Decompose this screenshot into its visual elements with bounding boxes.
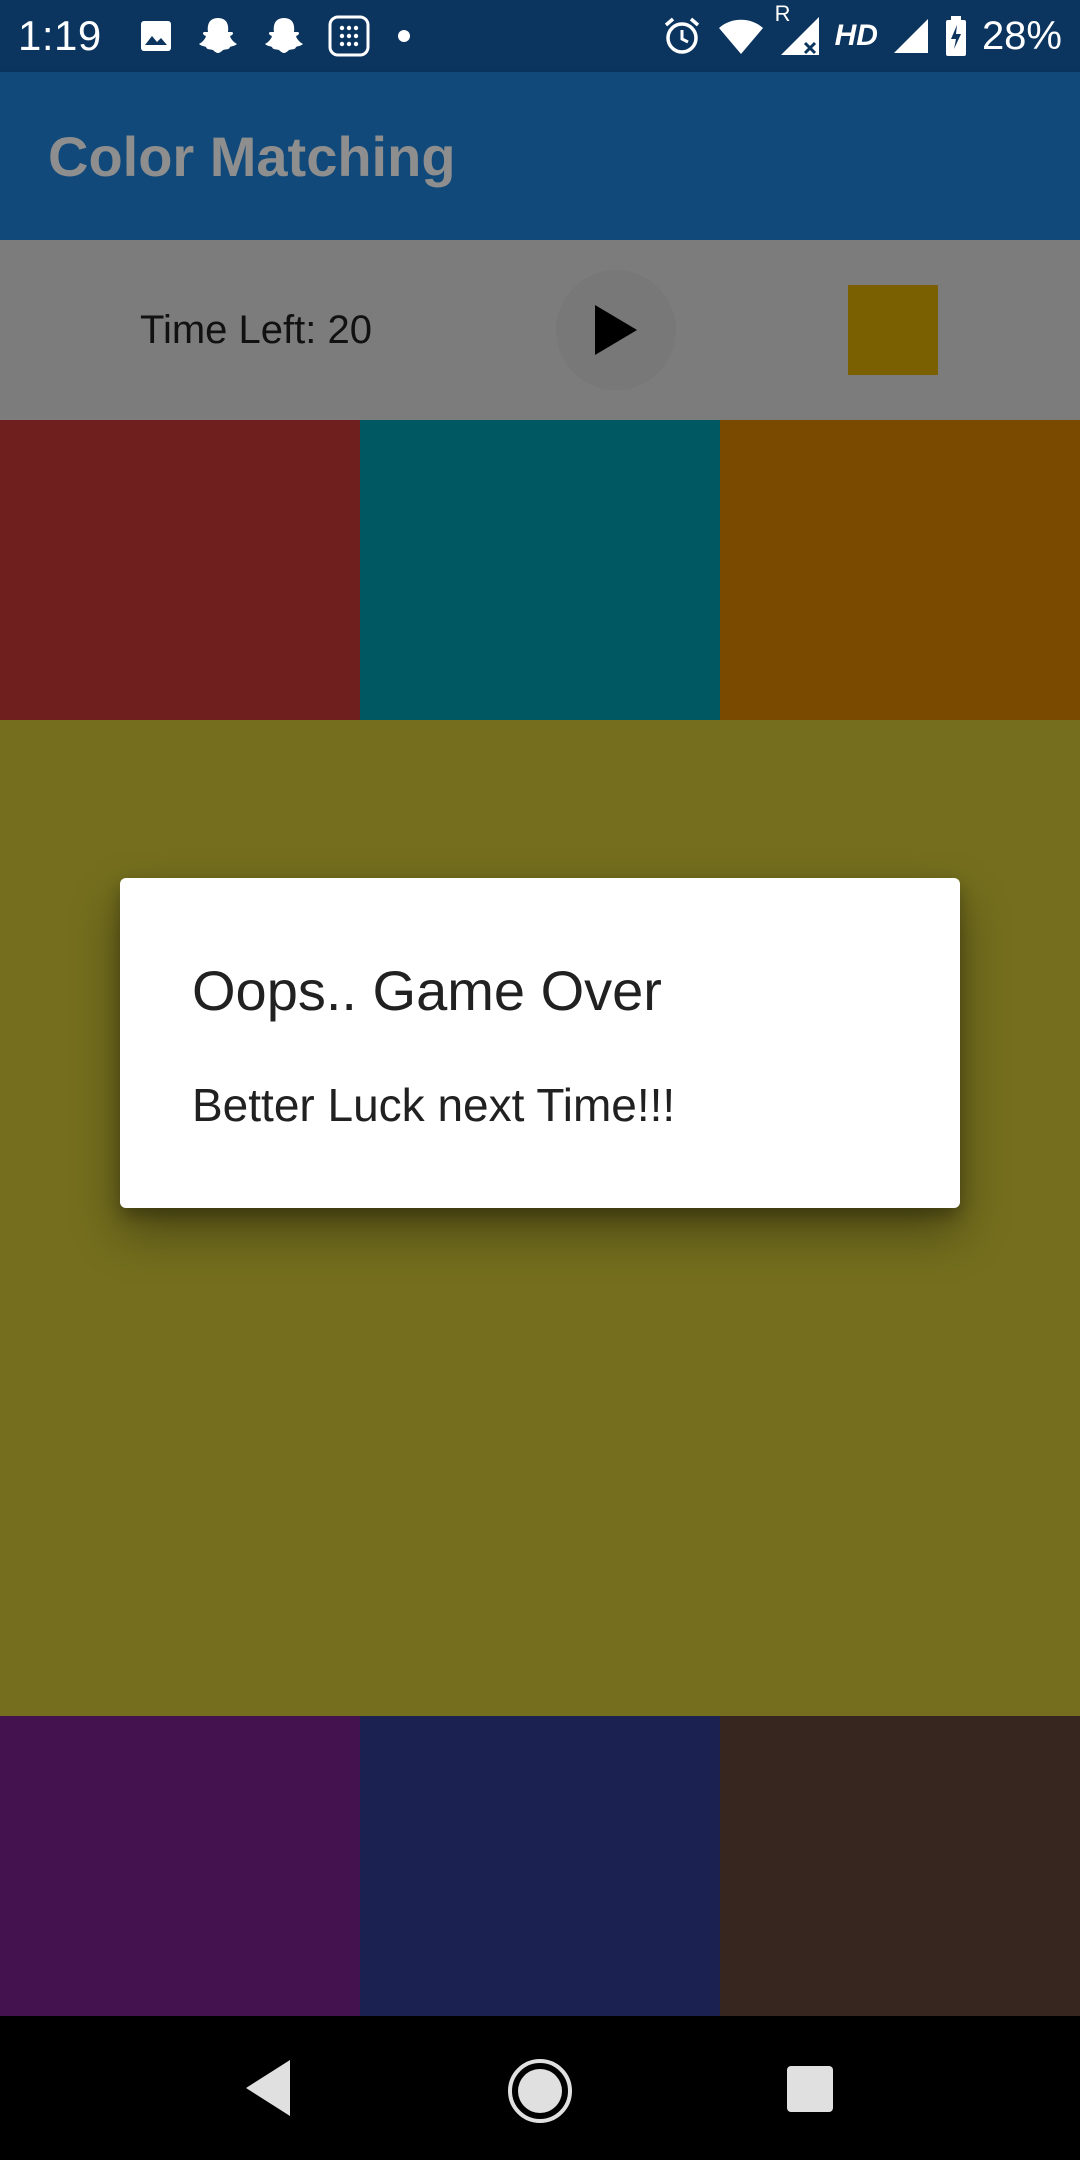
color-tile-brown[interactable] [720,1716,1080,2016]
app-title: Color Matching [48,124,456,188]
app-bar: Color Matching [0,72,1080,240]
color-tile-olive[interactable] [0,720,1080,1716]
alarm-icon [661,15,703,57]
dialog-title: Oops.. Game Over [192,959,662,1022]
home-icon[interactable] [505,2056,575,2126]
game-over-dialog: Oops.. Game Over Better Luck next Time!!… [120,878,960,1208]
signal-icon: R [775,1,821,57]
game-control-row: Time Left: 20 [0,240,1080,420]
color-tile-orange[interactable] [720,420,1080,720]
network-hd-label: HD [834,19,878,52]
back-icon[interactable] [240,2056,296,2120]
dialog-message: Better Luck next Time!!! [192,1079,676,1131]
dot-icon [392,24,416,48]
time-left-label: Time Left: 20 [140,307,372,352]
keypad-icon [328,15,370,57]
image-icon [138,18,174,54]
target-color-swatch [848,285,938,375]
play-button[interactable] [556,270,676,390]
battery-icon [944,15,968,57]
wifi-icon [717,16,765,56]
notification-icons [138,15,416,57]
color-tile-purple[interactable] [0,1716,360,2016]
color-tile-red[interactable] [0,420,360,720]
system-icons: R HD 28% [661,1,1062,59]
status-bar: 1:19 R HD 28% [0,0,1080,72]
recents-icon[interactable] [785,2064,835,2114]
navigation-bar [0,2016,1080,2160]
snapchat-icon [196,15,240,57]
snapchat-icon [262,15,306,57]
status-time: 1:19 [18,12,102,59]
battery-percentage: 28% [981,13,1062,58]
signal-icon [892,17,930,55]
play-icon [591,303,641,357]
color-tile-teal[interactable] [360,420,720,720]
roaming-label: R [774,1,791,26]
color-tile-navy[interactable] [360,1716,720,2016]
